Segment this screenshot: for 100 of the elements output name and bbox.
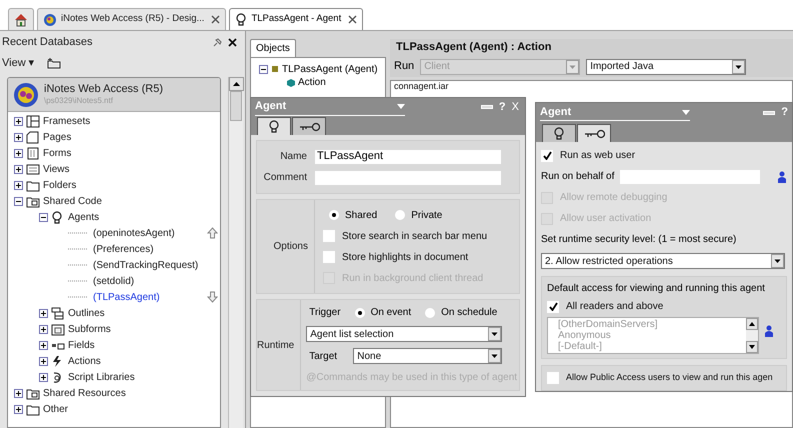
page-icon bbox=[26, 130, 40, 144]
comment-field[interactable] bbox=[315, 170, 501, 184]
radio-button[interactable] bbox=[425, 308, 436, 318]
dock-icon bbox=[763, 110, 776, 114]
tree-item[interactable]: Agents bbox=[68, 210, 100, 224]
tree-item[interactable]: Views bbox=[43, 162, 70, 176]
tree-item[interactable]: Subforms bbox=[68, 322, 111, 336]
checkbox[interactable] bbox=[541, 150, 553, 162]
expand-icon[interactable] bbox=[39, 372, 48, 382]
dialog-title: Agent bbox=[255, 99, 288, 114]
tree-item[interactable]: Fields bbox=[68, 338, 95, 352]
run-on-behalf-field[interactable] bbox=[620, 170, 760, 184]
document-tab[interactable]: TLPassAgent - Agent bbox=[229, 8, 364, 30]
frameset-icon bbox=[26, 114, 40, 128]
key-icon bbox=[584, 128, 604, 140]
dialog-tab[interactable] bbox=[257, 117, 291, 135]
caret-icon bbox=[682, 110, 690, 114]
checkbox-label: Store highlights in document bbox=[342, 250, 468, 264]
scrollbar[interactable] bbox=[228, 77, 243, 428]
agent-list-item[interactable]: (openinotesAgent) bbox=[93, 226, 175, 240]
expand-icon[interactable] bbox=[14, 148, 23, 158]
checkbox-label: Store search in search bar menu bbox=[342, 230, 488, 244]
expand-icon[interactable] bbox=[14, 116, 23, 126]
expand-icon[interactable] bbox=[39, 356, 48, 366]
tree-item[interactable]: Other bbox=[43, 402, 68, 416]
language-dropdown[interactable]: Imported Java bbox=[586, 58, 746, 74]
down-arrow-icon bbox=[207, 291, 218, 303]
access-list-item: Anonymous bbox=[558, 330, 612, 341]
radio-button[interactable] bbox=[354, 308, 365, 318]
outline-icon bbox=[51, 306, 65, 320]
pin-icon bbox=[212, 36, 223, 48]
new-folder-icon bbox=[46, 57, 61, 69]
radio-label: On event bbox=[370, 306, 412, 320]
expand-icon[interactable] bbox=[14, 164, 23, 174]
checkmark-icon bbox=[548, 302, 558, 311]
security-level-dropdown[interactable]: 2. Allow restricted operations bbox=[541, 253, 785, 269]
scrollbar[interactable] bbox=[746, 318, 758, 353]
expand-icon[interactable] bbox=[14, 404, 23, 414]
object-item[interactable]: Action bbox=[298, 75, 326, 90]
key-icon bbox=[298, 120, 320, 132]
collapse-icon[interactable] bbox=[259, 64, 268, 74]
checkbox[interactable] bbox=[547, 300, 559, 312]
target-label: Target bbox=[308, 350, 338, 364]
checkbox[interactable] bbox=[547, 372, 559, 384]
editor-title: TLPassAgent (Agent) : Action bbox=[390, 39, 793, 56]
lightbulb-icon bbox=[553, 127, 565, 140]
expand-icon[interactable] bbox=[39, 308, 48, 318]
section-label: Default access for viewing and running this agent bbox=[547, 282, 766, 296]
checkbox[interactable] bbox=[323, 230, 335, 242]
agent-list-item[interactable]: (Preferences) bbox=[93, 242, 154, 256]
object-item[interactable]: TLPassAgent (Agent) bbox=[282, 62, 378, 76]
tree-item[interactable]: Outlines bbox=[68, 306, 105, 320]
expand-icon[interactable] bbox=[39, 324, 48, 334]
collapse-icon[interactable] bbox=[14, 196, 23, 206]
checkbox[interactable] bbox=[323, 251, 335, 263]
view-menu[interactable]: View ▾ bbox=[2, 54, 35, 72]
name-field[interactable]: TLPassAgent bbox=[315, 150, 501, 164]
collapse-icon[interactable] bbox=[39, 212, 48, 222]
panel-title: Recent Databases bbox=[2, 34, 94, 50]
target-dropdown[interactable]: None bbox=[353, 348, 502, 364]
tree-item[interactable]: Pages bbox=[43, 130, 72, 144]
radio-label: Private bbox=[411, 208, 442, 222]
home-tab[interactable] bbox=[8, 8, 34, 30]
access-list-item: [-Default-] bbox=[558, 341, 603, 352]
document-tab[interactable]: iNotes Web Access (R5) - Desig... bbox=[37, 8, 226, 30]
expand-icon[interactable] bbox=[39, 340, 48, 350]
person-icon bbox=[778, 170, 786, 182]
tree-item[interactable]: Shared Code bbox=[43, 194, 102, 208]
scroll-thumb[interactable] bbox=[230, 91, 242, 121]
radio-button[interactable] bbox=[395, 210, 406, 220]
dialog-tab[interactable] bbox=[577, 124, 611, 142]
expand-icon[interactable] bbox=[14, 388, 23, 398]
code-area[interactable]: connagent.iar bbox=[390, 80, 793, 92]
scroll-up-icon bbox=[746, 318, 758, 330]
close-icon bbox=[348, 15, 358, 24]
expand-icon[interactable] bbox=[14, 132, 23, 142]
radio-label: On schedule bbox=[441, 306, 498, 320]
agent-list-item[interactable]: (SendTrackingRequest) bbox=[93, 258, 198, 272]
agent-list-item[interactable]: (TLPassAgent) bbox=[93, 290, 160, 304]
tree-item[interactable]: Actions bbox=[68, 354, 101, 368]
tree-item[interactable]: Folders bbox=[43, 178, 76, 192]
trigger-dropdown[interactable]: Agent list selection bbox=[306, 326, 502, 342]
run-label: Run bbox=[394, 59, 414, 74]
dialog-title: Agent bbox=[540, 104, 572, 120]
tree-item[interactable]: Shared Resources bbox=[43, 386, 126, 400]
tree-item[interactable]: Script Libraries bbox=[68, 370, 135, 384]
radio-button[interactable] bbox=[329, 210, 339, 220]
expand-icon[interactable] bbox=[14, 180, 23, 190]
dialog-tab[interactable] bbox=[542, 124, 576, 142]
field-label: Comment bbox=[262, 171, 308, 185]
objects-tab[interactable]: Objects bbox=[250, 39, 296, 57]
checkbox-label: Allow user activation bbox=[560, 212, 652, 226]
folder-icon bbox=[26, 386, 40, 400]
tree-item[interactable]: Forms bbox=[43, 146, 72, 160]
database-icon bbox=[43, 12, 57, 26]
dialog-tab[interactable] bbox=[292, 117, 326, 135]
folder-icon bbox=[26, 194, 40, 208]
agent-list-item[interactable]: (setdolid) bbox=[93, 274, 134, 288]
checkbox-label: All readers and above bbox=[566, 300, 664, 314]
tree-item[interactable]: Framesets bbox=[43, 114, 90, 128]
